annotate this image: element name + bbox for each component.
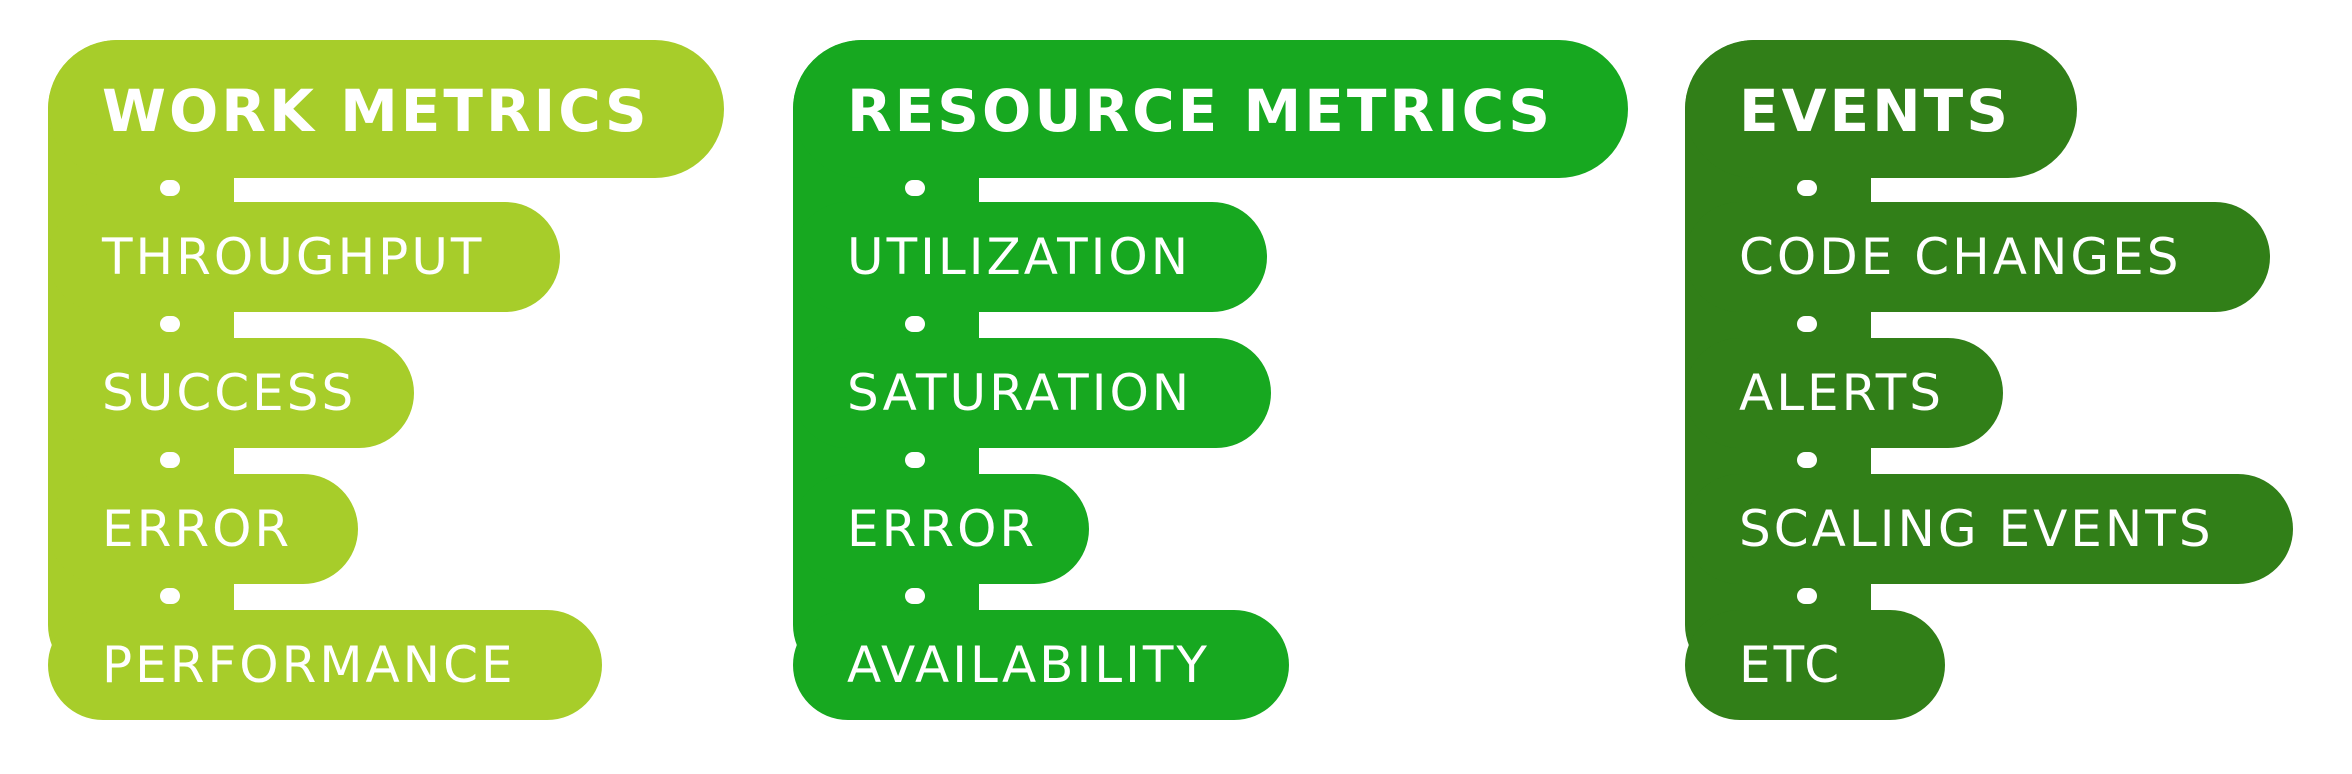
separator-gap [160, 452, 180, 468]
events-title: EVENTS [1685, 40, 2077, 178]
events-item: ALERTS [1685, 338, 2003, 448]
work-metrics-item: PERFORMANCE [48, 610, 602, 720]
separator-gap [278, 588, 608, 604]
separator-gap [1797, 180, 1817, 196]
separator-gap [278, 316, 578, 332]
resource-metrics-item: AVAILABILITY [793, 610, 1289, 720]
separator-gap [160, 180, 180, 196]
separator-gap [160, 316, 180, 332]
resource-metrics-item: ERROR [793, 474, 1089, 584]
separator-gap [160, 588, 180, 604]
work-metrics-item: THROUGHPUT [48, 202, 560, 312]
separator-gap [905, 588, 925, 604]
resource-metrics-title: RESOURCE METRICS [793, 40, 1628, 178]
separator-gap [1797, 588, 1817, 604]
separator-gap [278, 452, 578, 468]
separator-gap [905, 452, 925, 468]
resource-metrics-item: UTILIZATION [793, 202, 1267, 312]
resource-metrics-item: SATURATION [793, 338, 1271, 448]
separator-gap [1915, 180, 2105, 196]
separator-gap [1023, 316, 1283, 332]
separator-gap [1915, 452, 2275, 468]
events-item: SCALING EVENTS [1685, 474, 2293, 584]
separator-gap [278, 180, 758, 196]
separator-gap [1915, 316, 2275, 332]
work-metrics-item: SUCCESS [48, 338, 414, 448]
separator-gap [1797, 316, 1817, 332]
work-metrics-item: ERROR [48, 474, 358, 584]
separator-gap [1023, 180, 1643, 196]
separator-gap [1023, 452, 1283, 468]
separator-gap [1797, 452, 1817, 468]
separator-gap [1915, 588, 2295, 604]
separator-gap [905, 180, 925, 196]
events-item: ETC [1685, 610, 1945, 720]
events-item: CODE CHANGES [1685, 202, 2270, 312]
separator-gap [905, 316, 925, 332]
work-metrics-title: WORK METRICS [48, 40, 724, 178]
separator-gap [1023, 588, 1293, 604]
